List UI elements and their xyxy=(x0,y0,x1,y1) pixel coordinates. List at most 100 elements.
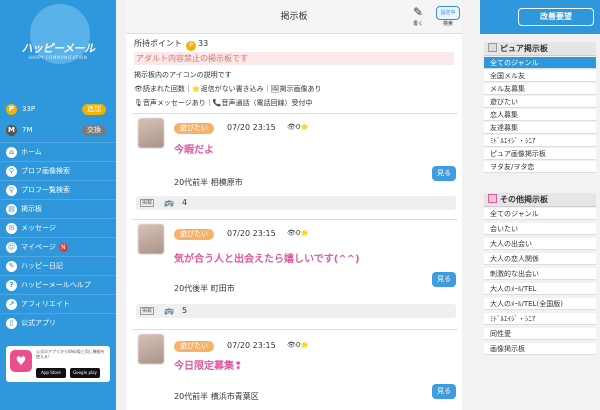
posted-label: 掲載 xyxy=(140,307,155,315)
nav-official-app[interactable]: ▯ 公式アプリ xyxy=(0,313,116,332)
nav-label: マイページ xyxy=(21,243,56,251)
post-time: 07/20 23:15 xyxy=(227,229,276,238)
genre-tag: 遊びたい xyxy=(174,123,214,134)
add-points-button[interactable]: 追加 xyxy=(82,103,106,115)
nav-help[interactable]: ? ハッピーメールヘルプ xyxy=(0,275,116,294)
message-icon: ✉ xyxy=(6,222,17,234)
heart-book-icon xyxy=(488,194,497,203)
post-time: 07/20 23:15 xyxy=(227,123,276,132)
board-icon: ▤ xyxy=(6,203,17,215)
other-item[interactable]: 刺激的な出会い xyxy=(484,268,596,280)
pencil-icon: ✎ xyxy=(412,5,424,19)
mileage-row: M 7M 交換 xyxy=(6,123,106,137)
app-promo[interactable]: ♥ 公式のアプリからWeb版と同じ機能を使える！ App Store Googl… xyxy=(6,346,110,382)
pure-item[interactable]: ヲタ友/ヲタ恋 xyxy=(484,161,596,173)
see-button[interactable]: 見る xyxy=(432,272,456,287)
app-store-badge[interactable]: App Store xyxy=(36,368,66,378)
site-logo[interactable]: ハッピーメール xyxy=(8,40,108,56)
diary-icon: ✎ xyxy=(6,260,17,272)
other-item[interactable]: 大人のﾒｰﾙ/TEL(全国版) xyxy=(484,298,596,310)
write-label: 書く xyxy=(412,21,423,27)
nav-profile-image-search[interactable]: ⚲ プロフ画像検索 xyxy=(0,161,116,180)
app-promo-text: 公式のアプリからWeb版と同じ機能を使える！ xyxy=(36,349,105,359)
other-item[interactable]: 会いたい xyxy=(484,223,596,235)
points-amount: 33 xyxy=(198,39,209,48)
search-button[interactable]: 設定中 検索 xyxy=(436,6,460,32)
search-label: 検索 xyxy=(442,21,453,27)
post-card[interactable]: 遊びたい 07/20 23:15 👁0⭐ 今暇だよ 20代前半 相模原市 見る … xyxy=(132,113,458,219)
nav-profile-list-search[interactable]: ⚲ プロフ一覧検索 xyxy=(0,180,116,199)
other-item[interactable]: 大人の恋人関係 xyxy=(484,253,596,265)
points-label: 所持ポイント xyxy=(134,39,182,48)
list-search-icon: ⚲ xyxy=(6,184,17,196)
exchange-button[interactable]: 交換 xyxy=(82,124,106,136)
points-info: 所持ポイント P 33 xyxy=(134,38,208,51)
other-item[interactable]: 大人の出会い xyxy=(484,238,596,250)
mileage-icon: M xyxy=(6,124,17,136)
coin-icon: P xyxy=(186,41,196,51)
genre-tag: 遊びたい xyxy=(174,229,214,240)
nav-label: アフィリエイト xyxy=(21,300,70,308)
pure-item[interactable]: 友達募集 xyxy=(484,122,596,134)
post-card[interactable]: 遊びたい 07/20 23:15 👁0⭐ 今日限定募集❢ 20代前半 横浜市青葉… xyxy=(132,329,458,410)
pure-item[interactable]: 恋人募集 xyxy=(484,109,596,121)
heart-app-icon: ♥ xyxy=(10,350,32,372)
see-button[interactable]: 見る xyxy=(432,166,456,181)
post-title[interactable]: 今日限定募集❢ xyxy=(174,357,242,372)
other-item[interactable]: 画像掲示板 xyxy=(484,343,596,355)
post-stats: 👁0⭐ xyxy=(287,341,310,349)
post-footer: 掲載 🚌 4 xyxy=(136,196,456,210)
book-icon xyxy=(488,43,497,52)
post-card[interactable]: 遊びたい 07/20 23:15 👁0⭐ 気が合う人と出会えたら嬉しいです(^^… xyxy=(132,219,458,325)
post-location: 20代前半 相模原市 xyxy=(174,178,243,187)
pure-board-title: ピュア掲示板 xyxy=(500,44,548,53)
points-row: P 33P 追加 xyxy=(6,102,106,116)
icon-legend-1: 👁読まれた回数｜⭐返信がない書き込み｜🖼掲示画像あり xyxy=(134,85,322,93)
nav-label: ハッピー日記 xyxy=(21,262,63,270)
nav-affiliate[interactable]: ↗ アフィリエイト xyxy=(0,294,116,313)
post-footer: 掲載 🚌 5 xyxy=(136,304,456,318)
see-button[interactable]: 見る xyxy=(432,384,456,399)
pure-item[interactable]: 遊びたい xyxy=(484,96,596,108)
feedback-button[interactable]: 改善要望 xyxy=(518,8,594,26)
house-icon: ⌂ xyxy=(6,146,17,158)
pure-item-all[interactable]: 全てのジャンル xyxy=(484,57,596,69)
write-button[interactable]: ✎ 書く xyxy=(408,4,428,30)
nav-board[interactable]: ▤ 掲示板 xyxy=(0,199,116,218)
other-item[interactable]: 大人のﾒｰﾙ/TEL xyxy=(484,283,596,295)
image-search-icon: ⚲ xyxy=(6,165,17,177)
app-root: ハッピーメール HAPPY COMMUNICATION P 33P 追加 M 7… xyxy=(0,0,600,410)
posted-label: 掲載 xyxy=(140,199,155,207)
pure-item[interactable]: ﾐﾄﾞﾙｴｲｼﾞ・ｼﾆｱ xyxy=(484,135,596,147)
other-item[interactable]: ﾐﾄﾞﾙｴｲｼﾞ・ｼﾆｱ xyxy=(484,313,596,325)
post-title[interactable]: 気が合う人と出会えたら嬉しいです(^^) xyxy=(174,250,360,265)
other-item[interactable]: 同性愛 xyxy=(484,328,596,340)
nav-label: ホーム xyxy=(21,148,42,156)
user-icon: ☺ xyxy=(6,241,17,253)
nav-label: 掲示板 xyxy=(21,205,42,213)
nav-home[interactable]: ⌂ ホーム xyxy=(0,142,116,161)
pure-item[interactable]: メル友募集 xyxy=(484,83,596,95)
points-value: 33P xyxy=(22,105,36,113)
avatar[interactable] xyxy=(138,118,164,148)
post-stats: 👁0⭐ xyxy=(287,123,310,131)
icon-legend-2: 🎙音声メッセージあり｜📞音声通話（電話回線）受付中 xyxy=(134,99,313,107)
nav-label: ハッピーメールヘルプ xyxy=(21,281,91,289)
avatar[interactable] xyxy=(138,224,164,254)
nav-label: 公式アプリ xyxy=(21,319,56,327)
pure-item[interactable]: ピュア画像掲示板 xyxy=(484,148,596,160)
genre-tag: 遊びたい xyxy=(174,341,214,352)
post-location: 20代前半 横浜市青葉区 xyxy=(174,392,259,401)
avatar[interactable] xyxy=(138,334,164,364)
post-title[interactable]: 今暇だよ xyxy=(174,141,214,156)
icon-help-title: 掲示板内のアイコンの説明です xyxy=(134,71,232,79)
nav-message[interactable]: ✉ メッセージ xyxy=(0,218,116,237)
other-item[interactable]: 全てのジャンル xyxy=(484,208,596,220)
pure-item[interactable]: 全国メル友 xyxy=(484,70,596,82)
pure-board-section: ピュア掲示板 xyxy=(484,42,596,56)
google-play-badge[interactable]: Google play xyxy=(70,368,100,378)
nav-mypage[interactable]: ☺ マイページ N xyxy=(0,237,116,256)
search-settings-icon: 設定中 xyxy=(436,6,460,20)
nav-happy-diary[interactable]: ✎ ハッピー日記 xyxy=(0,256,116,275)
nav-label: プロフ一覧検索 xyxy=(21,186,70,194)
